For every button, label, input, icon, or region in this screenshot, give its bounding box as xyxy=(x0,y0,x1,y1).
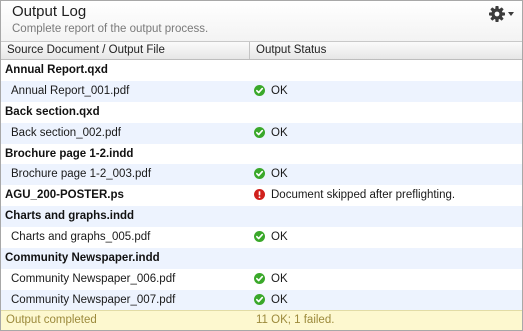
output-status: OK xyxy=(254,164,288,185)
output-file-name: Back section_002.pdf xyxy=(11,126,121,139)
source-document-name: Brochure page 1-2.indd xyxy=(5,147,134,160)
source-document-name: AGU_200-POSTER.ps xyxy=(5,189,124,202)
output-file-row[interactable]: Back section_002.pdf OK xyxy=(1,122,522,144)
output-file-name: Community Newspaper_007.pdf xyxy=(11,293,176,306)
source-document-row[interactable]: AGU_200-POSTER.ps Document skipped after … xyxy=(1,185,522,207)
status-footer: Output completed 11 OK; 1 failed. xyxy=(1,310,522,330)
output-status-text: OK xyxy=(271,168,288,181)
output-status-text: OK xyxy=(271,84,288,97)
output-status: OK xyxy=(254,81,288,102)
output-status-text: OK xyxy=(271,272,288,285)
check-icon xyxy=(254,84,265,96)
source-document-row[interactable]: Charts and graphs.indd xyxy=(1,206,522,228)
gear-icon xyxy=(489,6,514,22)
output-status: OK xyxy=(254,269,288,290)
gear-menu-button[interactable] xyxy=(488,4,518,24)
output-file-row[interactable]: Annual Report_001.pdf OK xyxy=(1,80,522,102)
output-status-text: OK xyxy=(271,293,288,306)
column-header-source[interactable]: Source Document / Output File xyxy=(1,42,250,59)
output-status: OK xyxy=(254,290,288,311)
output-status-text: OK xyxy=(271,231,288,244)
source-document-name: Community Newspaper.indd xyxy=(5,252,160,265)
chevron-down-icon xyxy=(508,12,514,16)
source-document-row[interactable]: Annual Report.qxd xyxy=(1,60,522,81)
output-status: OK xyxy=(254,227,288,248)
source-document-name: Annual Report.qxd xyxy=(5,64,108,76)
source-document-row[interactable]: Brochure page 1-2.indd xyxy=(1,143,522,165)
column-header-status[interactable]: Output Status xyxy=(256,42,326,59)
source-document-row[interactable]: Back section.qxd xyxy=(1,101,522,123)
check-icon xyxy=(254,168,265,180)
check-icon xyxy=(254,231,265,243)
panel-header: Output Log Complete report of the output… xyxy=(1,1,522,42)
output-file-name: Community Newspaper_006.pdf xyxy=(11,272,176,285)
output-file-row[interactable]: Charts and graphs_005.pdf OK xyxy=(1,227,522,249)
panel-title: Output Log xyxy=(12,3,87,20)
output-log-panel: Output Log Complete report of the output… xyxy=(0,0,523,331)
output-file-name: Annual Report_001.pdf xyxy=(11,84,130,97)
output-file-name: Charts and graphs_005.pdf xyxy=(11,231,151,244)
output-status: OK xyxy=(254,123,288,144)
check-icon xyxy=(254,126,265,138)
output-file-name: Brochure page 1-2_003.pdf xyxy=(11,168,152,181)
output-log-list: Annual Report.qxd Annual Report_001.pdf OK… xyxy=(1,60,522,311)
source-document-name: Back section.qxd xyxy=(5,105,100,118)
column-header-row: Source Document / Output File Output Sta… xyxy=(1,42,522,60)
output-file-row[interactable]: Brochure page 1-2_003.pdf OK xyxy=(1,164,522,186)
check-icon xyxy=(254,272,265,284)
output-file-row[interactable]: Community Newspaper_006.pdf OK xyxy=(1,268,522,290)
output-status-text: OK xyxy=(271,126,288,139)
output-status: Document skipped after preflighting. xyxy=(254,185,455,206)
source-document-name: Charts and graphs.indd xyxy=(5,210,135,223)
error-icon xyxy=(254,189,265,201)
panel-subtitle: Complete report of the output process. xyxy=(12,23,209,35)
check-icon xyxy=(254,293,265,305)
output-file-row[interactable]: Community Newspaper_007.pdf OK xyxy=(1,289,522,311)
output-status-text: Document skipped after preflighting. xyxy=(271,189,456,202)
footer-summary: 11 OK; 1 failed. xyxy=(256,314,335,326)
source-document-row[interactable]: Community Newspaper.indd xyxy=(1,248,522,269)
footer-status-label: Output completed xyxy=(6,314,97,326)
